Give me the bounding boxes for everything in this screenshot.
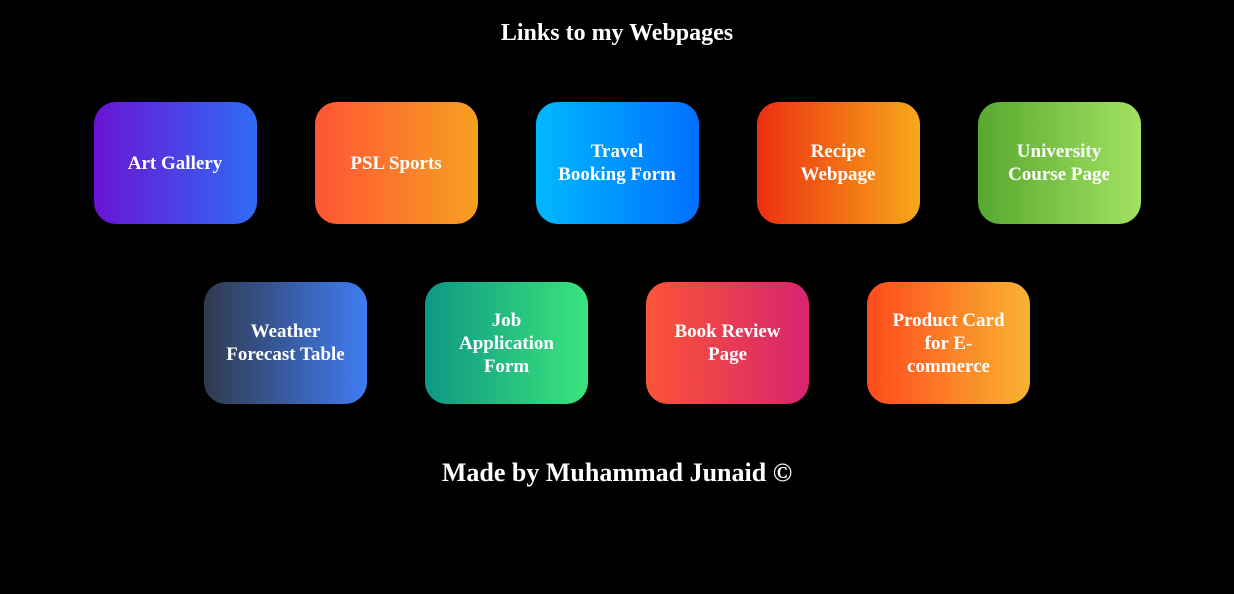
link-card-label: Weather Forecast Table	[226, 321, 345, 365]
link-card-label: Art Gallery	[127, 152, 223, 174]
link-card-psl-sports[interactable]: PSL Sports	[314, 102, 478, 224]
link-card-art-gallery[interactable]: Art Gallery	[93, 102, 257, 224]
links-row-1: Art Gallery PSL Sports Travel Booking Fo…	[0, 102, 1234, 224]
link-card-label: Travel Booking Form	[558, 141, 676, 185]
page-title: Links to my Webpages	[500, 20, 734, 46]
link-card-book-review-page[interactable]: Book Review Page	[646, 282, 809, 404]
link-card-label: University Course Page	[1008, 141, 1110, 185]
link-card-label: Product Card for E-commerce	[892, 309, 1005, 377]
links-row-2: Weather Forecast Table Job Application F…	[0, 282, 1234, 404]
link-card-university-course-page[interactable]: University Course Page	[977, 102, 1141, 224]
link-card-weather-forecast-table[interactable]: Weather Forecast Table	[204, 282, 367, 404]
link-card-label: Job Application Form	[458, 309, 555, 377]
link-card-job-application-form[interactable]: Job Application Form	[425, 282, 588, 404]
link-card-product-card-ecommerce[interactable]: Product Card for E-commerce	[867, 282, 1030, 404]
footer-credit: Made by Muhammad Junaid ©	[441, 458, 793, 487]
link-card-label: PSL Sports	[350, 152, 442, 174]
link-card-travel-booking-form[interactable]: Travel Booking Form	[535, 102, 699, 224]
link-card-label: Book Review Page	[674, 321, 781, 365]
link-card-recipe-webpage[interactable]: Recipe Webpage	[756, 102, 920, 224]
link-card-label: Recipe Webpage	[800, 141, 876, 185]
